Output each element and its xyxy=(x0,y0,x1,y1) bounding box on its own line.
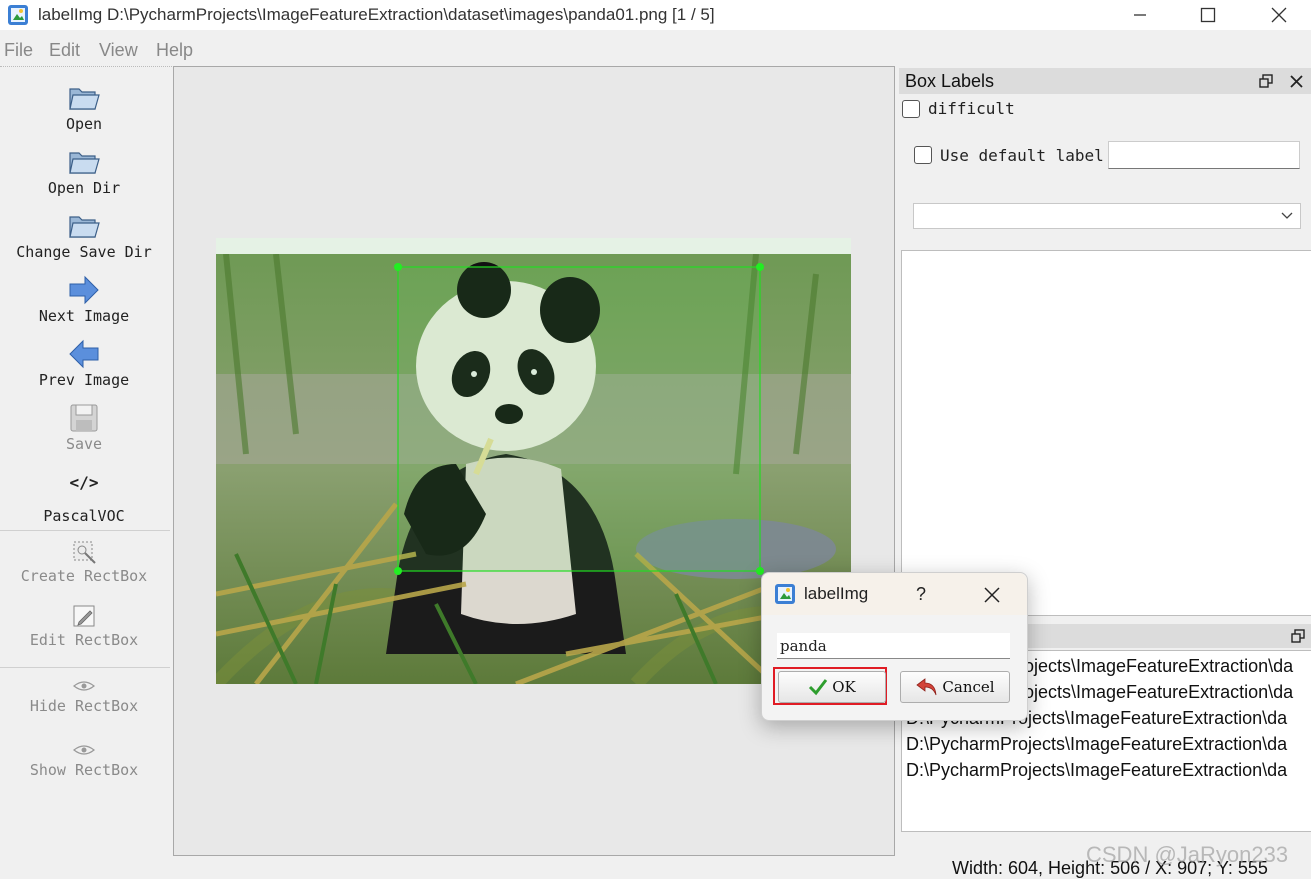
next-image-button[interactable]: Next Image xyxy=(0,273,168,325)
default-label-input[interactable] xyxy=(1108,141,1300,169)
folder-open-icon xyxy=(69,152,100,174)
bbox-handle xyxy=(394,567,402,575)
bbox-overlay[interactable] xyxy=(390,259,770,579)
toolbar-separator xyxy=(0,530,170,531)
difficult-label: difficult xyxy=(928,99,1015,118)
edit-pencil-icon xyxy=(73,605,95,627)
hide-rectbox-button[interactable]: Hide RectBox xyxy=(0,675,168,715)
use-default-label-label: Use default label xyxy=(940,146,1104,165)
create-rectbox-button[interactable]: Create RectBox xyxy=(0,537,168,585)
show-rectbox-label: Show RectBox xyxy=(29,761,139,779)
watermark: CSDN @JaRyon233 xyxy=(1086,842,1289,867)
cancel-button[interactable]: Cancel xyxy=(900,671,1010,703)
create-rectbox-icon xyxy=(73,541,96,564)
label-combobox[interactable] xyxy=(913,203,1301,229)
minimize-button[interactable] xyxy=(1108,0,1172,30)
file-list-item[interactable]: D:\PycharmProjects\ImageFeatureExtractio… xyxy=(906,734,1287,755)
menu-view[interactable]: View xyxy=(99,40,138,61)
save-button[interactable]: Save xyxy=(0,401,168,453)
file-list-item[interactable]: ojects\ImageFeatureExtraction\da xyxy=(1024,656,1293,677)
close-icon xyxy=(1271,7,1287,23)
box-labels-title: Box Labels xyxy=(905,71,995,91)
prev-image-button[interactable]: Prev Image xyxy=(0,337,168,389)
label-list[interactable] xyxy=(901,250,1311,616)
create-rectbox-label: Create RectBox xyxy=(20,567,148,585)
minimize-icon xyxy=(1134,14,1146,16)
menu-file[interactable]: File xyxy=(4,40,33,61)
undock-icon[interactable] xyxy=(1259,74,1273,88)
edit-rectbox-label: Edit RectBox xyxy=(29,631,139,649)
change-save-dir-button[interactable]: Change Save Dir xyxy=(0,209,168,261)
dialog-close-icon[interactable] xyxy=(984,587,1000,603)
left-toolbar: Open Open Dir Change Save Dir Next Image… xyxy=(0,66,172,857)
checkmark-icon xyxy=(809,679,828,696)
labelimg-app-icon xyxy=(8,5,28,25)
eye-icon xyxy=(73,745,95,755)
label-input[interactable]: panda xyxy=(777,633,1010,659)
maximize-icon xyxy=(1200,7,1216,23)
open-label: Open xyxy=(65,115,103,133)
undock-icon[interactable] xyxy=(1291,629,1305,643)
menu-bar xyxy=(0,36,1311,66)
maximize-button[interactable] xyxy=(1176,0,1240,30)
show-rectbox-button[interactable]: Show RectBox xyxy=(0,739,168,779)
code-format-icon: </> xyxy=(69,473,99,492)
window-title: labelImg D:\PycharmProjects\ImageFeature… xyxy=(38,5,715,24)
difficult-checkbox[interactable] xyxy=(902,100,920,118)
open-dir-label: Open Dir xyxy=(47,179,121,197)
menu-help[interactable]: Help xyxy=(156,40,193,61)
labelimg-app-icon xyxy=(775,584,795,604)
prev-image-label: Prev Image xyxy=(38,371,130,389)
bbox-handle xyxy=(756,263,764,271)
save-label: Save xyxy=(65,435,103,453)
cancel-label: Cancel xyxy=(942,678,995,696)
change-save-dir-label: Change Save Dir xyxy=(16,243,152,261)
file-list-item[interactable]: D:\PycharmProjects\ImageFeatureExtractio… xyxy=(906,760,1287,781)
arrow-left-icon xyxy=(69,339,99,369)
folder-open-icon xyxy=(69,88,100,110)
folder-open-icon xyxy=(69,216,100,238)
eye-icon xyxy=(73,681,95,691)
dialog-title: labelImg xyxy=(804,584,869,603)
open-dir-button[interactable]: Open Dir xyxy=(0,145,168,197)
use-default-label-checkbox[interactable] xyxy=(914,146,932,164)
format-label: PascalVOC xyxy=(43,507,125,525)
next-image-label: Next Image xyxy=(38,307,130,325)
save-disk-icon xyxy=(70,404,98,432)
menu-edit[interactable]: Edit xyxy=(49,40,80,61)
open-button[interactable]: Open xyxy=(0,81,168,133)
format-toggle-button[interactable]: </> PascalVOC xyxy=(0,473,168,525)
label-dialog: labelImg ? panda OK Cancel xyxy=(761,572,1028,721)
ok-button[interactable]: OK xyxy=(778,671,886,703)
toolbar-separator xyxy=(0,667,170,668)
image-top-strip xyxy=(216,238,851,254)
close-button[interactable] xyxy=(1247,0,1311,30)
dock-close-icon[interactable] xyxy=(1290,75,1303,88)
undo-arrow-icon xyxy=(916,678,937,696)
bbox-handle xyxy=(394,263,402,271)
dialog-help-button[interactable]: ? xyxy=(916,584,926,605)
arrow-right-icon xyxy=(69,275,99,305)
ok-label: OK xyxy=(832,678,856,696)
hide-rectbox-label: Hide RectBox xyxy=(29,697,139,715)
edit-rectbox-button[interactable]: Edit RectBox xyxy=(0,601,168,649)
file-list-item[interactable]: ojects\ImageFeatureExtraction\da xyxy=(1024,682,1293,703)
chevron-down-icon xyxy=(1281,212,1293,219)
